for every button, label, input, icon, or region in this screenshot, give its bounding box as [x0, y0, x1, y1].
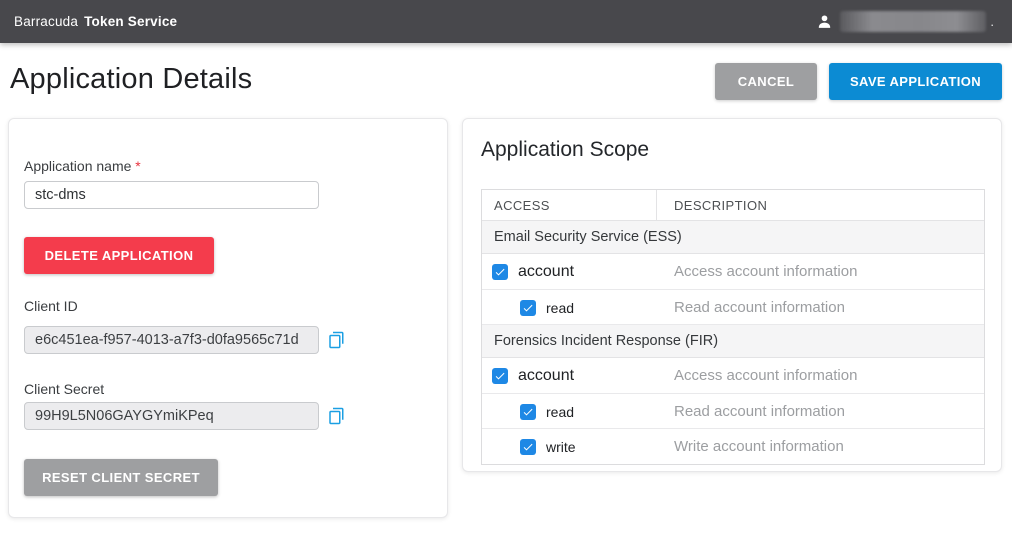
scope-row: read Read account information	[482, 394, 984, 429]
scope-row-access-cell: account	[482, 254, 657, 289]
scope-section-label: Email Security Service (ESS)	[494, 229, 682, 245]
checkmark-icon	[494, 266, 506, 278]
scope-checkbox[interactable]	[520, 300, 536, 316]
product-name: Token Service	[84, 14, 177, 29]
scope-row-label: account	[518, 367, 574, 385]
scope-row: account Access account information	[482, 358, 984, 394]
person-icon	[816, 13, 833, 30]
scope-row-label: account	[518, 263, 574, 281]
scope-row-label: write	[546, 439, 576, 455]
scope-row-description: Access account information	[657, 254, 984, 289]
scope-row-access-cell: account	[482, 358, 657, 393]
brand-name: Barracuda	[14, 14, 78, 29]
client-id-label: Client ID	[24, 298, 78, 314]
scope-table-body: Email Security Service (ESS) account Acc…	[482, 221, 984, 464]
copy-icon	[327, 407, 345, 425]
delete-application-button[interactable]: DELETE APPLICATION	[24, 237, 214, 274]
page-title: Application Details	[10, 63, 252, 96]
scope-section-label: Forensics Incident Response (FIR)	[494, 333, 718, 349]
topbar: Barracuda Token Service .	[0, 0, 1012, 43]
checkmark-icon	[522, 302, 534, 314]
client-secret-input	[24, 402, 319, 430]
scope-row: read Read account information	[482, 290, 984, 325]
scope-row: write Write account information	[482, 429, 984, 464]
scope-section-row: Email Security Service (ESS)	[482, 221, 984, 254]
user-name-redacted	[840, 11, 986, 32]
checkmark-icon	[522, 441, 534, 453]
copy-client-secret-button[interactable]	[327, 405, 347, 427]
application-name-input[interactable]	[24, 181, 319, 209]
scope-row-access-cell: read	[482, 394, 657, 429]
application-name-label: Application name *	[24, 158, 141, 174]
scope-checkbox[interactable]	[520, 404, 536, 420]
scope-row-description: Read account information	[657, 290, 984, 324]
scope-row-access-cell: write	[482, 429, 657, 464]
access-column-header-text: ACCESS	[494, 198, 550, 213]
scope-table-header: ACCESS DESCRIPTION	[482, 190, 984, 221]
save-application-button[interactable]: SAVE APPLICATION	[829, 63, 1002, 100]
access-column-header: ACCESS	[482, 190, 657, 220]
user-name-suffix: .	[990, 14, 994, 29]
copy-icon	[327, 331, 345, 349]
brand: Barracuda Token Service	[14, 14, 177, 29]
scope-row-description: Write account information	[657, 429, 984, 464]
scope-checkbox[interactable]	[520, 439, 536, 455]
application-name-label-text: Application name	[24, 158, 131, 174]
description-column-header-text: DESCRIPTION	[674, 198, 767, 213]
copy-client-id-button[interactable]	[327, 329, 347, 351]
cancel-button[interactable]: CANCEL	[715, 63, 817, 100]
scope-row-label: read	[546, 404, 574, 420]
scope-checkbox[interactable]	[492, 368, 508, 384]
required-asterisk: *	[135, 158, 140, 174]
scope-row-description: Access account information	[657, 358, 984, 393]
client-id-input	[24, 326, 319, 354]
scope-row-label: read	[546, 300, 574, 316]
reset-client-secret-button[interactable]: RESET CLIENT SECRET	[24, 459, 218, 496]
scope-checkbox[interactable]	[492, 264, 508, 280]
description-column-header: DESCRIPTION	[657, 190, 984, 220]
scope-table: ACCESS DESCRIPTION Email Security Servic…	[481, 189, 985, 465]
scope-row: account Access account information	[482, 254, 984, 290]
application-details-card: Application name * DELETE APPLICATION Cl…	[8, 118, 448, 518]
user-menu[interactable]: .	[816, 0, 994, 43]
application-scope-card: Application Scope ACCESS DESCRIPTION Ema…	[462, 118, 1002, 472]
checkmark-icon	[522, 406, 534, 418]
checkmark-icon	[494, 370, 506, 382]
scope-row-description: Read account information	[657, 394, 984, 428]
client-secret-label: Client Secret	[24, 381, 104, 397]
scope-row-access-cell: read	[482, 290, 657, 325]
scope-section-row: Forensics Incident Response (FIR)	[482, 325, 984, 358]
scope-title: Application Scope	[481, 138, 649, 162]
